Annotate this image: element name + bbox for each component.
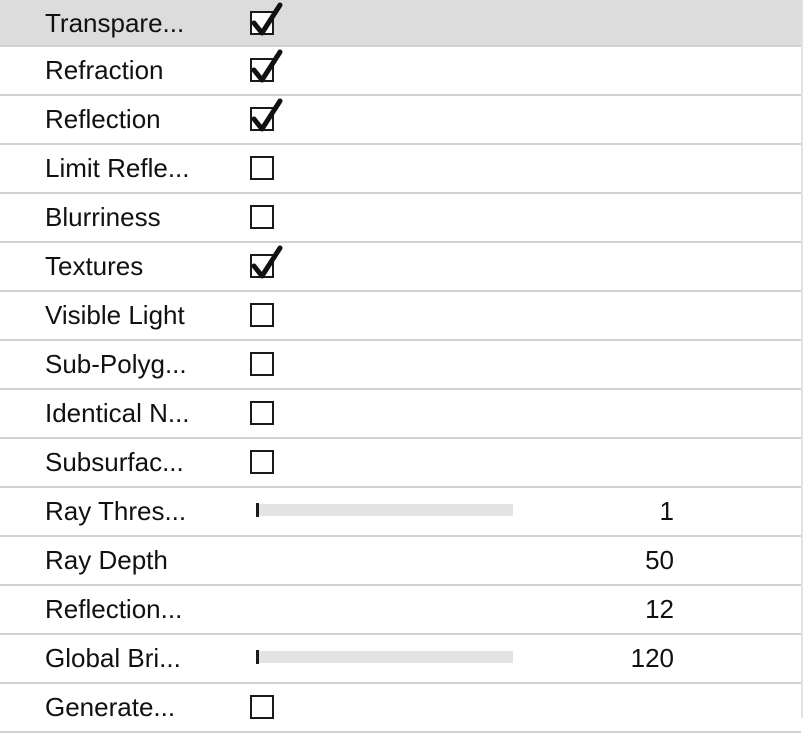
limit-reflections-checkbox[interactable] <box>250 156 274 180</box>
setting-label: Visible Light <box>45 300 185 330</box>
setting-row-generate[interactable]: Generate... <box>0 684 801 733</box>
setting-row-reflection[interactable]: Reflection <box>0 96 801 145</box>
setting-label: Blurriness <box>45 202 161 232</box>
setting-row-reflection-depth[interactable]: Reflection... 12 <box>0 586 801 635</box>
setting-label: Limit Refle... <box>45 153 190 183</box>
global-brightness-slider-handle[interactable] <box>256 650 259 664</box>
setting-label: Transpare... <box>45 8 185 38</box>
setting-row-refraction[interactable]: Refraction <box>0 47 801 96</box>
checkmark-icon <box>251 49 283 83</box>
setting-label: Identical N... <box>45 398 190 428</box>
generate-checkbox[interactable] <box>250 695 274 719</box>
setting-label: Reflection <box>45 104 161 134</box>
visible-light-checkbox[interactable] <box>250 303 274 327</box>
setting-label: Global Bri... <box>45 643 181 673</box>
checkmark-icon <box>251 245 283 279</box>
global-brightness-slider-track[interactable] <box>257 651 513 663</box>
setting-row-blurriness[interactable]: Blurriness <box>0 194 801 243</box>
checkmark-icon <box>251 98 283 132</box>
setting-row-identical-noise[interactable]: Identical N... <box>0 390 801 439</box>
setting-label: Generate... <box>45 692 176 722</box>
setting-row-ray-threshold[interactable]: Ray Thres... 1 <box>0 488 801 537</box>
setting-row-limit-reflections[interactable]: Limit Refle... <box>0 145 801 194</box>
subsurface-checkbox[interactable] <box>250 450 274 474</box>
setting-label: Ray Thres... <box>45 496 187 526</box>
setting-row-subsurface[interactable]: Subsurfac... <box>0 439 801 488</box>
setting-label: Textures <box>45 251 144 281</box>
checkmark-icon <box>251 2 283 36</box>
setting-label: Ray Depth <box>45 545 168 575</box>
transparency-checkbox[interactable] <box>250 2 283 36</box>
identical-noise-checkbox[interactable] <box>250 401 274 425</box>
setting-row-transparency[interactable]: Transpare... <box>0 0 801 47</box>
blurriness-checkbox[interactable] <box>250 205 274 229</box>
setting-row-visible-light[interactable]: Visible Light <box>0 292 801 341</box>
ray-depth-value[interactable]: 50 <box>645 537 674 584</box>
setting-label: Reflection... <box>45 594 183 624</box>
ray-threshold-slider-handle[interactable] <box>256 503 259 517</box>
textures-checkbox[interactable] <box>250 245 283 279</box>
setting-row-sub-polygon[interactable]: Sub-Polyg... <box>0 341 801 390</box>
reflection-depth-value[interactable]: 12 <box>645 586 674 633</box>
ray-threshold-slider-track[interactable] <box>257 504 513 516</box>
sub-polygon-checkbox[interactable] <box>250 352 274 376</box>
refraction-checkbox[interactable] <box>250 49 283 83</box>
setting-label: Sub-Polyg... <box>45 349 187 379</box>
render-settings-panel: Transpare... Refraction Reflection Limit… <box>0 0 803 733</box>
ray-threshold-value[interactable]: 1 <box>660 488 674 535</box>
setting-label: Subsurfac... <box>45 447 184 477</box>
setting-row-global-brightness[interactable]: Global Bri... 120 <box>0 635 801 684</box>
global-brightness-value[interactable]: 120 <box>631 635 674 682</box>
setting-label: Refraction <box>45 55 164 85</box>
reflection-checkbox[interactable] <box>250 98 283 132</box>
setting-row-textures[interactable]: Textures <box>0 243 801 292</box>
setting-row-ray-depth[interactable]: Ray Depth 50 <box>0 537 801 586</box>
